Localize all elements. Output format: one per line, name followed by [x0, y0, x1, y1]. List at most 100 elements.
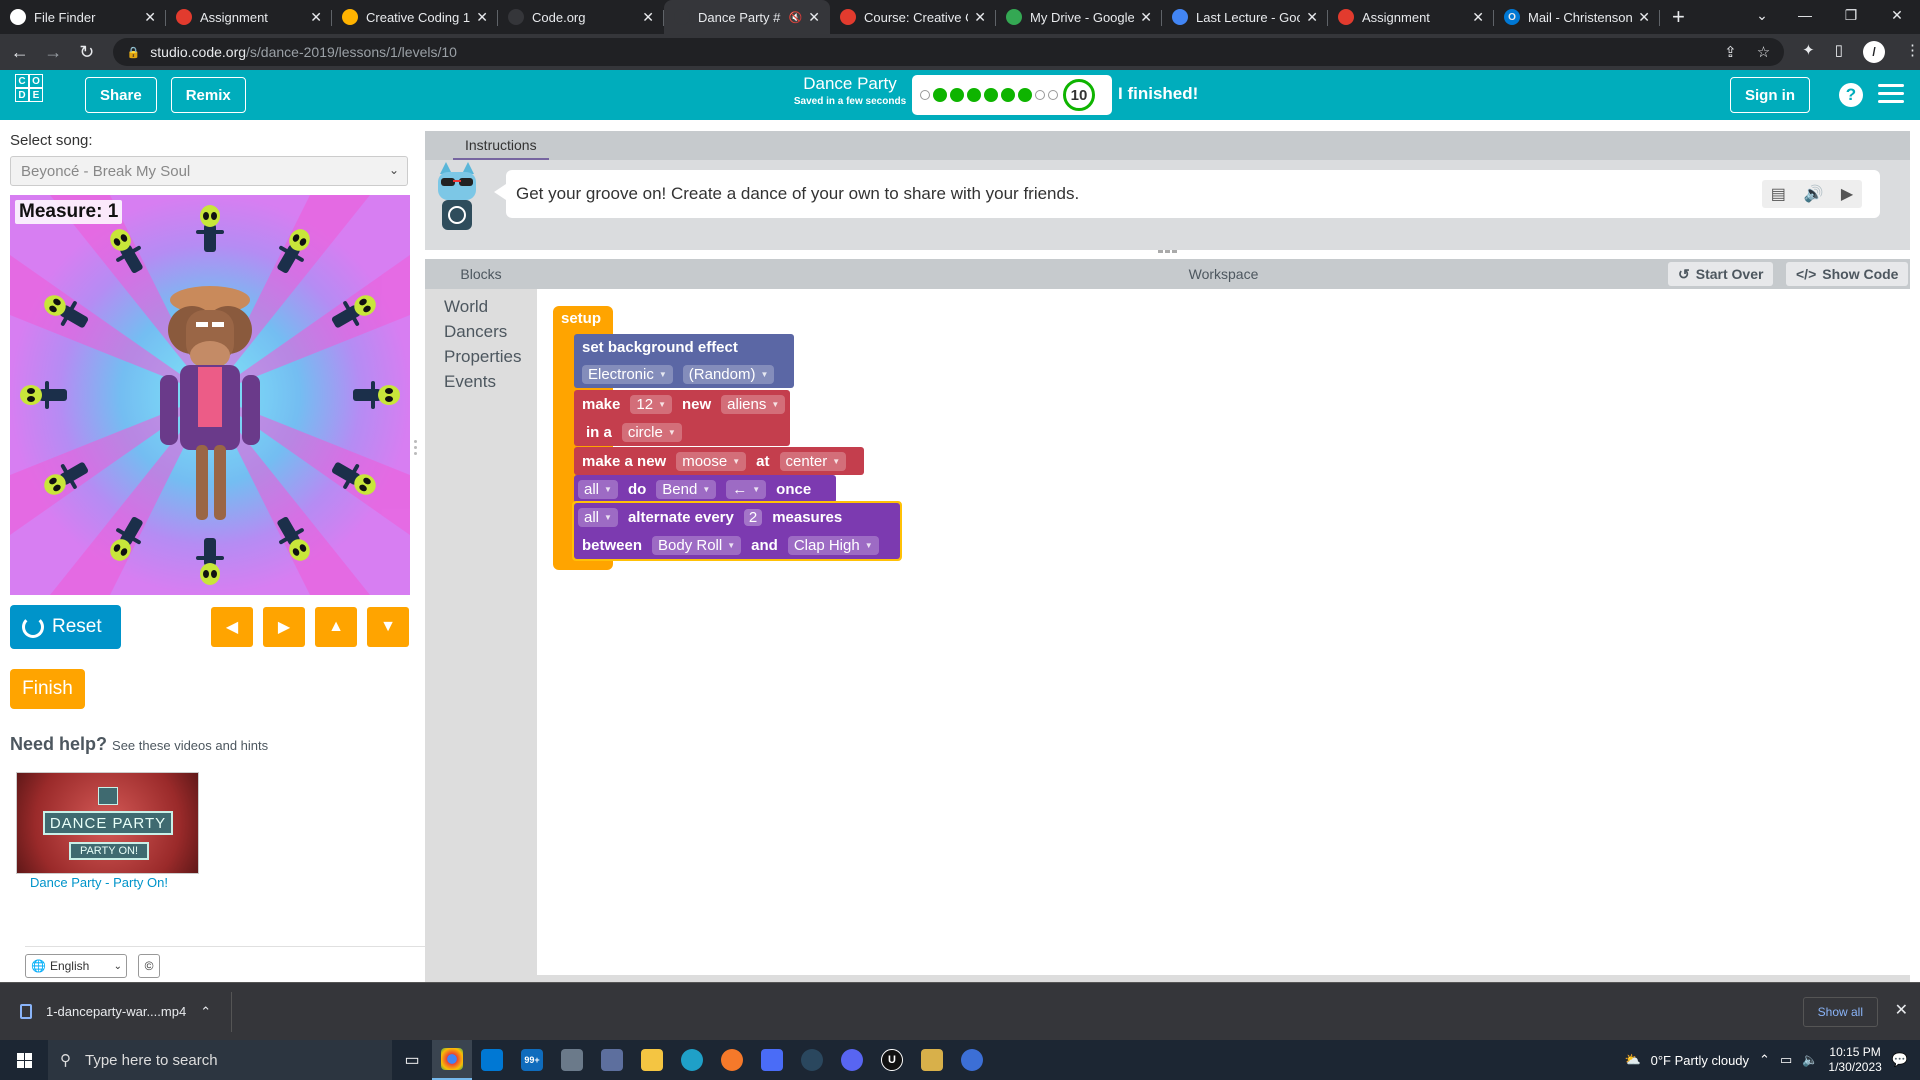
position-dropdown[interactable]: center ▼	[779, 451, 847, 471]
immersive-reader-icon[interactable]: ▤	[1771, 184, 1786, 204]
count-dropdown[interactable]: 12 ▼	[630, 394, 672, 414]
taskbar-search-box[interactable]: ⚲ Type here to search	[48, 1040, 392, 1080]
language-select[interactable]: 🌐 English ⌄	[25, 954, 127, 978]
make-new-sprite-block[interactable]: make a new moose ▼ at center ▼	[574, 447, 864, 475]
help-icon[interactable]: ?	[1839, 83, 1863, 107]
task-view-icon[interactable]: ▭	[392, 1040, 432, 1080]
progress-dot[interactable]	[950, 88, 964, 102]
finished-link[interactable]: I finished!	[1118, 84, 1198, 104]
reload-icon[interactable]: ↻	[73, 42, 101, 63]
close-tab-icon[interactable]: ✕	[642, 9, 654, 26]
set-background-effect-block[interactable]: set background effect	[574, 334, 794, 360]
close-tab-icon[interactable]: ✕	[476, 9, 488, 26]
close-downloads-icon[interactable]: ✕	[1895, 1000, 1908, 1020]
browser-tab[interactable]: My Drive - Google ✕	[996, 0, 1162, 34]
discord-icon[interactable]	[832, 1040, 872, 1080]
speaker-icon[interactable]: 🔊	[1803, 184, 1823, 204]
close-tab-icon[interactable]: ✕	[1472, 9, 1484, 26]
song-select[interactable]: Beyoncé - Break My Soul ⌄	[10, 156, 408, 186]
close-tab-icon[interactable]: ✕	[974, 9, 986, 26]
share-button[interactable]: Share	[85, 77, 157, 113]
browser-tab[interactable]: Assignment ✕	[166, 0, 332, 34]
do-move-block[interactable]: all ▼ do Bend ▼ ← ▼ once	[574, 475, 836, 503]
panel-resize-handle[interactable]	[414, 440, 418, 460]
browser-tab[interactable]: Course: Creative C ✕	[830, 0, 996, 34]
forward-icon[interactable]: →	[40, 42, 68, 63]
bg-style-dropdown[interactable]: Electronic ▼	[582, 364, 673, 384]
bookmark-star-icon[interactable]: ☆	[1757, 43, 1770, 61]
help-video-link[interactable]: Dance Party - Party On!	[30, 875, 168, 890]
move-b-dropdown[interactable]: Clap High ▼	[787, 535, 879, 555]
right-arrow-button[interactable]: ▶	[263, 607, 305, 647]
chevron-up-icon[interactable]: ⌃	[200, 1004, 211, 1020]
app-icon[interactable]	[592, 1040, 632, 1080]
browser-tab[interactable]: Code.org ✕	[498, 0, 664, 34]
browser-tab[interactable]: Dance Party # 🔇 ✕	[664, 0, 830, 34]
blender-icon[interactable]	[712, 1040, 752, 1080]
windows-start-icon[interactable]	[0, 1040, 48, 1080]
chevron-up-icon[interactable]: ⌃	[1759, 1052, 1770, 1068]
new-tab-button[interactable]: +	[1660, 0, 1697, 34]
group-type-dropdown[interactable]: aliens ▼	[721, 394, 786, 414]
lock-icon[interactable]: 🔒	[127, 46, 141, 59]
group-dropdown[interactable]: all ▼	[578, 479, 618, 499]
printer-icon[interactable]	[552, 1040, 592, 1080]
store-icon[interactable]	[472, 1040, 512, 1080]
close-tab-icon[interactable]: ✕	[1306, 9, 1318, 26]
close-window-button[interactable]: ✕	[1874, 0, 1920, 34]
copyright-button[interactable]: ©	[138, 954, 160, 978]
progress-dot[interactable]	[1035, 90, 1045, 100]
download-item[interactable]: 1-danceparty-war....mp4 ⌃	[20, 991, 233, 1032]
sign-in-button[interactable]: Sign in	[1730, 77, 1810, 113]
group-dropdown[interactable]: all ▼	[578, 507, 618, 527]
close-tab-icon[interactable]: ✕	[1140, 9, 1152, 26]
measures-count-field[interactable]: 2	[743, 508, 763, 526]
progress-dot[interactable]	[1048, 90, 1058, 100]
progress-dot[interactable]	[1018, 88, 1032, 102]
progress-dot[interactable]	[920, 90, 930, 100]
browser-tab[interactable]: File Finder ✕	[0, 0, 166, 34]
close-tab-icon[interactable]: ✕	[144, 9, 156, 26]
up-arrow-button[interactable]: ▲	[315, 607, 357, 647]
network-icon[interactable]: ▭	[1780, 1052, 1792, 1068]
help-video-thumbnail[interactable]: DANCE PARTY PARTY ON!	[16, 772, 199, 874]
share-page-icon[interactable]: ⇪	[1724, 43, 1737, 61]
app-shield-icon[interactable]	[912, 1040, 952, 1080]
minimize-button[interactable]: —	[1782, 0, 1828, 34]
browser-tab[interactable]: Creative Coding 1, ✕	[332, 0, 498, 34]
tab-search-icon[interactable]: ⌄	[1742, 0, 1782, 34]
show-code-button[interactable]: </> Show Code	[1786, 262, 1909, 286]
remix-button[interactable]: Remix	[170, 77, 246, 113]
weather-text[interactable]: 0°F Partly cloudy	[1651, 1053, 1749, 1068]
direction-dropdown[interactable]: ← ▼	[726, 479, 767, 499]
reset-button[interactable]: Reset	[10, 605, 121, 649]
bg-palette-dropdown[interactable]: (Random) ▼	[682, 364, 775, 384]
code-org-logo[interactable]: C O D E	[15, 74, 57, 116]
category-world[interactable]: World	[444, 297, 488, 317]
edge-icon[interactable]	[672, 1040, 712, 1080]
hamburger-menu-icon[interactable]	[1878, 84, 1904, 108]
browser-menu-icon[interactable]: ⋮	[1905, 41, 1920, 63]
progress-dot[interactable]	[1001, 88, 1015, 102]
left-arrow-button[interactable]: ◀	[211, 607, 253, 647]
file-explorer-icon[interactable]	[632, 1040, 672, 1080]
unreal-icon[interactable]: U	[872, 1040, 912, 1080]
side-panel-icon[interactable]: ▯	[1835, 41, 1843, 63]
browser-tab[interactable]: Assignment ✕	[1328, 0, 1494, 34]
tab-audio-icon[interactable]: 🔇	[789, 11, 803, 24]
category-dancers[interactable]: Dancers	[444, 322, 507, 342]
close-tab-icon[interactable]: ✕	[808, 9, 820, 26]
close-tab-icon[interactable]: ✕	[310, 9, 322, 26]
progress-dot[interactable]	[967, 88, 981, 102]
move-dropdown[interactable]: Bend ▼	[656, 479, 717, 499]
category-events[interactable]: Events	[444, 372, 496, 392]
sprite-type-dropdown[interactable]: moose ▼	[676, 451, 747, 471]
clock[interactable]: 10:15 PM 1/30/2023	[1828, 1045, 1881, 1075]
blockly-workspace[interactable]: setup set background effect Electronic ▼ …	[537, 289, 1910, 975]
progress-dot[interactable]	[984, 88, 998, 102]
restore-button[interactable]: ❐	[1828, 0, 1874, 34]
media-player-icon[interactable]	[752, 1040, 792, 1080]
progress-dot[interactable]	[933, 88, 947, 102]
current-level-bubble[interactable]: 10	[1063, 79, 1095, 111]
back-icon[interactable]: ←	[6, 42, 34, 63]
